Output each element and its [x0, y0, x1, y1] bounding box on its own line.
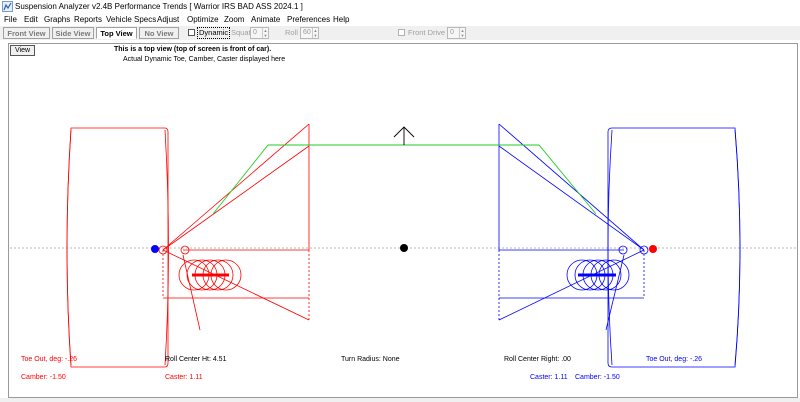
roll-center-right-readout: Roll Center Right: .00 [504, 356, 571, 363]
toe-right-readout: Toe Out, deg: -.26 [646, 356, 703, 363]
center-marker [400, 244, 408, 252]
left-trailing-link [162, 249, 310, 321]
right-outer-marker [649, 245, 657, 253]
caster-left-readout: Caster: 1.11 [165, 374, 203, 381]
right-upper-arm-rear [498, 145, 645, 251]
camber-right-readout: Camber: -1.50 [575, 374, 620, 381]
turn-radius-readout: Turn Radius: None [341, 356, 400, 363]
left-upper-arm-front [162, 123, 310, 251]
roll-center-height-readout: Roll Center Ht: 4.51 [165, 356, 227, 363]
suspension-diagram [10, 123, 797, 368]
steering-tie-rod [212, 144, 597, 215]
toe-left-readout: Toe Out, deg: -.26 [21, 356, 78, 363]
left-upper-arm-rear [162, 145, 310, 251]
status-bar [0, 398, 800, 402]
right-suspension [498, 123, 741, 368]
left-outer-marker [151, 245, 159, 253]
right-trailing-link [498, 249, 645, 321]
right-upper-arm-front [498, 123, 645, 251]
camber-left-readout: Camber: -1.50 [21, 374, 66, 381]
caster-right-readout: Caster: 1.11 [530, 374, 568, 381]
left-suspension [66, 123, 310, 368]
front-arrow-icon [393, 126, 415, 145]
